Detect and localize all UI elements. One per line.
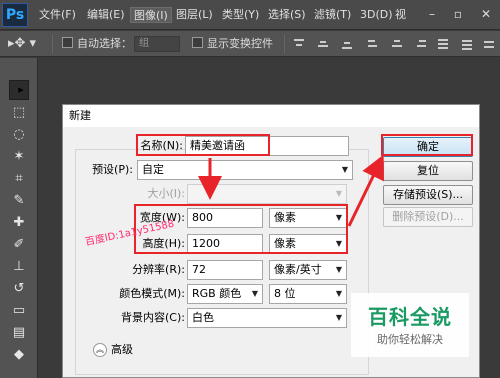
preset-value: 自定 — [142, 163, 164, 176]
reset-button[interactable]: 复位 — [383, 161, 473, 181]
eraser-tool-icon[interactable]: ▭ — [9, 301, 29, 321]
checkbox-icon — [192, 37, 203, 48]
options-bar: ▸✥ ▾ 自动选择： 组 显示变换控件 — [0, 31, 500, 57]
menu-3d[interactable]: 3D(D) — [357, 7, 396, 23]
bit-depth-select[interactable]: 8 位 ▼ — [269, 284, 347, 304]
options-separator — [284, 35, 285, 53]
baike-stamp: 百科全说 助你轻松解决 — [351, 293, 469, 357]
background-value: 白色 — [192, 311, 214, 324]
minimize-button[interactable]: – — [422, 5, 442, 23]
gradient-tool-icon[interactable]: ▤ — [9, 323, 29, 343]
color-mode-value: RGB 颜色 — [192, 287, 242, 300]
resolution-input[interactable]: 72 — [187, 260, 263, 280]
preset-label: 预设(P): — [92, 163, 133, 176]
distribute-bottom-icon[interactable] — [482, 38, 496, 50]
chevron-down-icon: ▼ — [335, 289, 342, 298]
align-vcenter-icon[interactable] — [316, 38, 330, 50]
bit-depth-value: 8 位 — [274, 287, 296, 300]
delete-preset-button: 删除预设(D)... — [383, 207, 473, 227]
move-tool-preset-icon[interactable]: ▸✥ ▾ — [8, 36, 36, 52]
brush-tool-icon[interactable]: ✐ — [9, 235, 29, 255]
menu-bar: Ps 文件(F) 编辑(E) 图像(I) 图层(L) 类型(Y) 选择(S) 滤… — [0, 0, 500, 30]
close-button[interactable]: ✕ — [476, 5, 496, 23]
chevron-down-icon: ▼ — [341, 165, 348, 174]
background-label: 背景内容(C): — [121, 311, 185, 324]
stamp-subtitle: 助你轻松解决 — [377, 333, 443, 346]
align-left-icon[interactable] — [366, 38, 380, 50]
marquee-tool-icon[interactable]: ⬚ — [9, 103, 29, 123]
crop-tool-icon[interactable]: ⌗ — [9, 169, 29, 189]
magic-wand-tool-icon[interactable]: ✶ — [9, 147, 29, 167]
menu-filter[interactable]: 滤镜(T) — [311, 7, 354, 23]
resolution-unit-select[interactable]: 像素/英寸 ▼ — [269, 260, 347, 280]
blur-tool-icon[interactable]: ◆ — [9, 345, 29, 365]
chevron-down-icon: ▼ — [251, 289, 258, 298]
chevron-down-icon: ▼ — [335, 189, 342, 198]
menu-type[interactable]: 类型(Y) — [219, 7, 262, 23]
distribute-vcenter-icon[interactable] — [460, 38, 474, 50]
color-mode-label: 颜色模式(M): — [119, 287, 185, 300]
resolution-label: 分辨率(R): — [132, 263, 185, 276]
align-hcenter-icon[interactable] — [390, 38, 404, 50]
color-mode-select[interactable]: RGB 颜色 ▼ — [187, 284, 263, 304]
checkbox-icon — [62, 37, 73, 48]
chevron-down-icon: ▼ — [335, 313, 342, 322]
save-preset-button[interactable]: 存储预设(S)... — [383, 185, 473, 205]
align-right-icon[interactable] — [414, 38, 428, 50]
align-top-icon[interactable] — [292, 38, 306, 50]
ok-highlight-box — [381, 134, 473, 156]
show-transform-checkbox[interactable]: 显示变换控件 — [192, 36, 273, 52]
history-brush-tool-icon[interactable]: ↺ — [9, 279, 29, 299]
restore-button[interactable]: ▫ — [448, 5, 468, 23]
move-tool-icon[interactable]: ▸ — [9, 80, 29, 100]
eyedropper-tool-icon[interactable]: ✎ — [9, 191, 29, 211]
resolution-unit-value: 像素/英寸 — [274, 263, 322, 276]
auto-select-label: 自动选择： — [77, 37, 132, 50]
name-highlight-box — [136, 134, 270, 156]
size-select: ▼ — [187, 184, 347, 204]
distribute-top-icon[interactable] — [436, 38, 450, 50]
auto-select-value: 组 — [139, 38, 149, 49]
chevron-down-icon: ▼ — [335, 265, 342, 274]
menu-layer[interactable]: 图层(L) — [173, 7, 216, 23]
photoshop-logo: Ps — [2, 3, 28, 27]
menu-image[interactable]: 图像(I) — [130, 7, 172, 23]
stamp-title: 百科全说 — [368, 305, 452, 329]
clone-stamp-tool-icon[interactable]: ⊥ — [9, 257, 29, 277]
lasso-tool-icon[interactable]: ◌ — [9, 125, 29, 145]
preset-select[interactable]: 自定 ▼ — [137, 160, 353, 180]
menu-select[interactable]: 选择(S) — [265, 7, 309, 23]
menu-edit[interactable]: 编辑(E) — [84, 7, 128, 23]
auto-select-checkbox[interactable]: 自动选择： — [62, 36, 132, 52]
tools-panel: ▸ ⬚ ◌ ✶ ⌗ ✎ ✚ ✐ ⊥ ↺ ▭ ▤ ◆ — [0, 58, 38, 378]
align-bottom-icon[interactable] — [340, 38, 354, 50]
dialog-title: 新建 — [63, 105, 479, 127]
size-label: 大小(I): — [147, 187, 185, 200]
expand-advanced-icon[interactable]: ︽ — [93, 343, 107, 357]
menu-view[interactable]: 视 — [392, 7, 409, 23]
menu-file[interactable]: 文件(F) — [36, 7, 79, 23]
options-separator — [52, 35, 53, 53]
show-transform-label: 显示变换控件 — [207, 37, 273, 50]
auto-select-dropdown[interactable]: 组 — [134, 36, 180, 52]
healing-brush-tool-icon[interactable]: ✚ — [9, 213, 29, 233]
advanced-label[interactable]: 高级 — [111, 340, 151, 360]
background-select[interactable]: 白色 ▼ — [187, 308, 347, 328]
